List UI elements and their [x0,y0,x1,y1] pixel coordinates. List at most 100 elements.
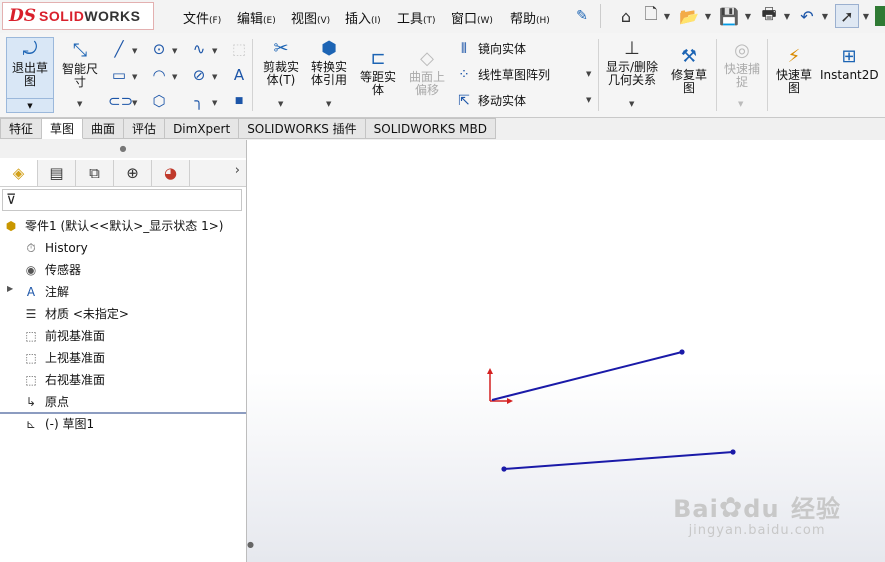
convert-entities-button[interactable]: ⬢ 转换实 体引用 [306,39,352,87]
arc-dropdown-chevron-icon[interactable]: ▼ [172,73,177,81]
configuration-manager-tab-icon[interactable]: ⧉ [76,160,114,186]
slot-dropdown-chevron-icon[interactable]: ▼ [132,99,137,107]
sketch-line-1[interactable] [491,351,683,401]
spline-icon[interactable]: ∿ [188,39,210,59]
solidworks-logo[interactable]: DS SOLIDWORKS [2,2,154,30]
open-icon[interactable]: 📂 [677,4,701,28]
linear-pattern-button[interactable]: ⁘ 线性草图阵列 [454,66,550,83]
tree-item[interactable]: ⬚ 上视基准面 [22,348,105,368]
trim-entities-button[interactable]: ✂ 剪裁实 体(T) [258,39,304,87]
tab-0[interactable]: 特征 [0,118,43,139]
save-icon[interactable]: 💾 [717,4,741,28]
offset-entities-button[interactable]: ⊏ 等距实 体 [355,49,401,97]
tree-item[interactable]: A 注解 [22,282,69,302]
tab-2[interactable]: 曲面 [83,118,125,139]
circle-icon[interactable]: ⊙ [148,39,170,59]
move-entities-button[interactable]: ⇱ 移动实体 [454,92,526,109]
new-dropdown-chevron-icon[interactable]: ▼ [662,4,672,28]
panel-grip[interactable]: ● [0,140,246,158]
annotations-expander-icon[interactable]: ▶ [7,284,13,293]
graphics-area[interactable]: ● Bai✿du 经验 jingyan.baidu.com [247,140,885,562]
spline-dropdown-chevron-icon[interactable]: ▼ [212,47,217,55]
menu-tools[interactable]: 工具(T) [397,8,436,27]
fillet-dropdown-chevron-icon[interactable]: ▼ [212,99,217,107]
display-manager-tab-icon[interactable]: ◕ [152,160,190,186]
menu-file[interactable]: 文件(F) [183,8,221,27]
feature-manager-tab-icon[interactable]: ◈ [0,160,38,186]
relations-dropdown-chevron-icon[interactable]: ▼ [629,100,634,108]
print-icon[interactable]: 🖶 [756,4,782,28]
exit-sketch-dropdown-chevron-icon[interactable]: ▼ [7,98,53,113]
home-icon[interactable]: ⌂ [614,4,638,28]
circle-dropdown-chevron-icon[interactable]: ▼ [172,47,177,55]
linear-pattern-icon: ⁘ [458,66,470,83]
line-icon[interactable]: ╱ [108,39,130,59]
text-icon[interactable]: A [228,65,250,85]
menu-help[interactable]: 帮助(H) [510,8,550,27]
fillet-icon[interactable]: ╮ [188,91,210,111]
sketch-endpoint[interactable] [501,466,507,472]
instant2d-button[interactable]: ⊞ Instant2D [820,46,879,82]
watermark-url: jingyan.baidu.com [688,523,826,538]
print-dropdown-chevron-icon[interactable]: ▼ [782,4,792,28]
rebuild-icon[interactable] [875,6,885,26]
tree-item[interactable]: ☰ 材质 <未指定> [22,304,129,324]
rapid-sketch-button[interactable]: ⚡ 快速草 图 [771,47,817,95]
linear-pattern-dropdown-chevron-icon[interactable]: ▼ [586,70,591,78]
smart-dimension-dropdown-chevron-icon[interactable]: ▼ [77,100,82,108]
mirror-entities-button[interactable]: ⫴ 镜向实体 [454,40,526,57]
undo-icon[interactable]: ↶ [795,4,819,28]
instant2d-icon: ⊞ [841,46,857,67]
sketch-line-2[interactable] [503,451,734,470]
pin-icon[interactable]: ✎ [572,4,592,28]
tab-3[interactable]: 评估 [124,118,166,139]
select-cursor-icon[interactable]: ➚ [835,4,859,28]
exit-sketch-button[interactable]: ⤾ 退出草 图 ▼ [6,37,54,113]
undo-dropdown-chevron-icon[interactable]: ▼ [820,4,830,28]
toolbar-separator [767,39,768,111]
tree-item[interactable]: ⏱ History [22,238,87,258]
tree-filter[interactable]: ⊽ [2,189,242,211]
convert-dropdown-chevron-icon[interactable]: ▼ [326,100,331,108]
sketch-endpoint[interactable] [679,349,685,355]
dimxpert-manager-tab-icon[interactable]: ⊕ [114,160,152,186]
select-dropdown-chevron-icon[interactable]: ▼ [861,4,871,28]
rectangle-dropdown-chevron-icon[interactable]: ▼ [132,73,137,81]
smart-dimension-button[interactable]: ⤡ 智能尺 寸 [58,41,102,89]
toolbar-separator [716,39,717,111]
tree-item-sketch1[interactable]: ⊾ (-) 草图1 [22,414,94,434]
paw-icon: ✿ [718,491,744,524]
polygon-icon[interactable]: ⬡ [148,91,170,111]
arc-icon[interactable]: ◠ [148,65,170,85]
tab-5[interactable]: SOLIDWORKS 插件 [239,118,366,139]
tree-item[interactable]: ⬚ 前视基准面 [22,326,105,346]
menu-view[interactable]: 视图(V) [291,8,330,27]
point-icon[interactable]: ■ [228,91,250,111]
line-dropdown-chevron-icon[interactable]: ▼ [132,47,137,55]
menu-edit[interactable]: 编辑(E) [237,8,276,27]
ellipse-dropdown-chevron-icon[interactable]: ▼ [212,73,217,81]
tab-6[interactable]: SOLIDWORKS MBD [365,118,496,139]
chevron-right-icon[interactable]: › [235,163,240,178]
tree-item[interactable]: ⬚ 右视基准面 [22,370,105,390]
tree-item[interactable]: ◉ 传感器 [22,260,81,280]
tree-root-part[interactable]: ⬢ 零件1 (默认<<默认>_显示状态 1>) [2,216,224,236]
open-dropdown-chevron-icon[interactable]: ▼ [703,4,713,28]
display-delete-relations-button[interactable]: ⊥ 显示/删除 几何关系 [601,39,663,87]
tree-item[interactable]: ↳ 原点 [22,392,69,412]
ellipse-icon[interactable]: ⊘ [188,65,210,85]
move-dropdown-chevron-icon[interactable]: ▼ [586,96,591,104]
slot-icon[interactable]: ⊂⊃ [108,91,133,111]
menu-insert[interactable]: 插入(I) [345,8,381,27]
rectangle-icon[interactable]: ▭ [108,65,130,85]
trim-dropdown-chevron-icon[interactable]: ▼ [278,100,283,108]
menu-window[interactable]: 窗口(W) [451,8,493,27]
tab-4[interactable]: DimXpert [165,118,240,139]
property-manager-tab-icon[interactable]: ▤ [38,160,76,186]
new-file-icon[interactable]: 🗋 [640,4,662,28]
sketch-endpoint[interactable] [730,449,736,455]
viewport-grip[interactable]: ● [247,540,254,549]
tab-1[interactable]: 草图 [42,118,84,139]
save-dropdown-chevron-icon[interactable]: ▼ [743,4,753,28]
repair-sketch-button[interactable]: ⚒ 修复草 图 [666,47,712,95]
